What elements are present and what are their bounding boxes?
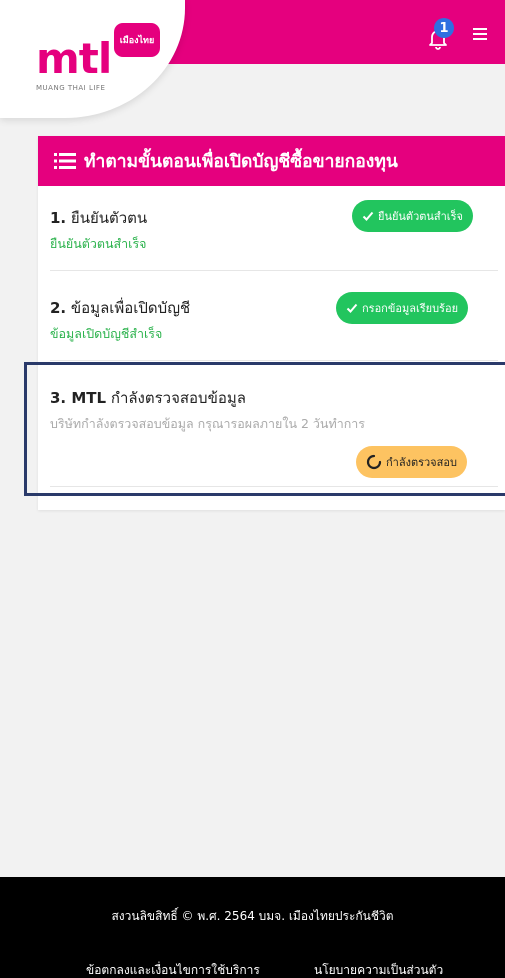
step-title: 3. MTL กำลังตรวจสอบข้อมูล — [50, 386, 246, 410]
status-badge: ยืนยันตัวตนสำเร็จ — [352, 200, 473, 232]
list-icon — [54, 153, 76, 169]
logo-text: mtl — [36, 34, 112, 83]
footer: สงวนลิขสิทธิ์ © พ.ศ. 2564 บมจ. เมืองไทยป… — [0, 877, 505, 978]
copyright-text: สงวนลิขสิทธิ์ © พ.ศ. 2564 บมจ. เมืองไทยป… — [111, 909, 394, 923]
account-opening-card: ทำตามขั้นตอนเพื่อเปิดบัญชีซื้อขายกองทุน … — [38, 136, 505, 510]
divider — [50, 270, 498, 271]
status-badge: กำลังตรวจสอบ — [356, 446, 467, 478]
divider — [50, 360, 498, 361]
logo-subtitle: MUANG THAI LIFE — [36, 84, 106, 92]
status-badge-text: ยืนยันตัวตนสำเร็จ — [378, 210, 463, 223]
check-icon — [346, 303, 358, 313]
step-title-text: กำลังตรวจสอบข้อมูล — [110, 389, 246, 407]
logo-badge-text: เมืองไทย — [119, 36, 155, 46]
spinner-icon — [366, 454, 382, 470]
notification-badge: 1 — [434, 18, 454, 38]
step-title: 1. ยืนยันตัวตน — [50, 206, 147, 230]
step-title: 2. ข้อมูลเพื่อเปิดบัญชี — [50, 296, 190, 320]
step-number: 3. MTL — [50, 389, 107, 407]
status-badge: กรอกข้อมูลเรียบร้อย — [336, 292, 469, 324]
step-title-text: ยืนยันตัวตน — [70, 209, 148, 227]
privacy-link[interactable]: นโยบายความเป็นส่วนตัว — [314, 961, 443, 978]
terms-link[interactable]: ข้อตกลงและเงื่อนไขการใช้บริการ — [86, 961, 260, 978]
step-subtitle: ข้อมูลเปิดบัญชีสำเร็จ — [50, 326, 163, 341]
divider — [50, 486, 498, 487]
step-number: 1. — [50, 209, 67, 227]
logo-badge: เมืองไทย — [114, 23, 160, 57]
status-badge-text: กรอกข้อมูลเรียบร้อย — [362, 302, 459, 315]
step-subtitle: ยืนยันตัวตนสำเร็จ — [50, 236, 147, 251]
card-header: ทำตามขั้นตอนเพื่อเปิดบัญชีซื้อขายกองทุน — [38, 136, 505, 186]
hamburger-menu-icon[interactable] — [473, 28, 489, 42]
status-badge-text: กำลังตรวจสอบ — [386, 456, 457, 469]
card-title: ทำตามขั้นตอนเพื่อเปิดบัญชีซื้อขายกองทุน — [84, 152, 398, 172]
step-subtitle: บริษัทกำลังตรวจสอบข้อมูล กรุณารอผลภายใน … — [50, 416, 366, 431]
step-title-text: ข้อมูลเพื่อเปิดบัญชี — [70, 299, 191, 317]
step-number: 2. — [50, 299, 67, 317]
check-icon — [362, 211, 374, 221]
logo[interactable]: mtl เมืองไทย MUANG THAI LIFE — [0, 0, 185, 118]
